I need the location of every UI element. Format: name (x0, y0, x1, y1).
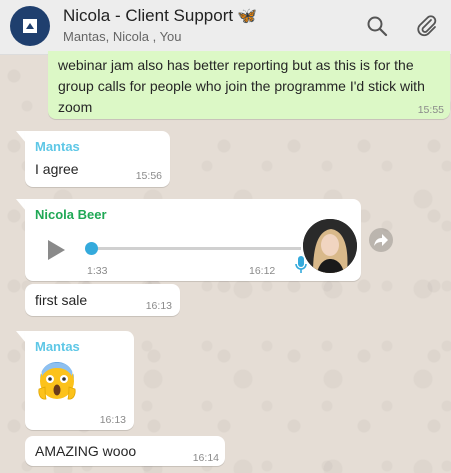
butterfly-icon: 🦋 (237, 8, 257, 25)
chat-header[interactable]: Nicola - Client Support 🦋 Mantas, Nicola … (0, 0, 451, 55)
message-time: 16:14 (192, 452, 219, 464)
paperclip-icon[interactable] (415, 14, 439, 38)
message-incoming[interactable]: first sale 16:13 (25, 284, 180, 316)
sender-avatar (303, 219, 357, 273)
sender-name[interactable]: Mantas (35, 139, 80, 154)
play-icon[interactable] (45, 239, 67, 261)
forward-button[interactable] (369, 228, 393, 252)
message-incoming[interactable]: Mantas 16:13 (25, 331, 134, 430)
message-text: webinar jam also has better reporting bu… (58, 55, 425, 118)
sender-name[interactable]: Mantas (35, 339, 80, 354)
message-time: 15:55 (417, 104, 444, 116)
message-text: AMAZING wooo (35, 443, 137, 459)
voice-duration: 1:33 (87, 265, 108, 277)
chat-title: Nicola - Client Support 🦋 (63, 6, 257, 26)
group-logo-icon (23, 19, 37, 33)
voice-message[interactable]: Nicola Beer 1:33 16:12 (25, 199, 361, 281)
forward-icon (374, 234, 388, 246)
message-time: 16:13 (145, 300, 172, 312)
chat-participants: Mantas, Nicola , You (63, 29, 182, 44)
chat-title-text: Nicola - Client Support (63, 6, 234, 25)
message-incoming[interactable]: Mantas I agree 15:56 (25, 131, 170, 187)
message-text: first sale (35, 292, 88, 308)
message-line: zoom (58, 99, 93, 115)
audio-progress-handle[interactable] (85, 242, 98, 255)
message-time: 16:12 (249, 265, 276, 277)
audio-progress-track[interactable] (91, 247, 301, 250)
message-line: webinar jam also has better reporting bu… (58, 57, 414, 73)
sender-name[interactable]: Nicola Beer (35, 207, 107, 222)
message-time: 16:13 (99, 414, 126, 426)
message-text: I agree (35, 161, 79, 177)
message-time: 15:56 (135, 170, 162, 182)
message-line: group calls for people who join the prog… (58, 78, 425, 94)
search-icon[interactable] (365, 14, 389, 38)
message-outgoing[interactable]: webinar jam also has better reporting bu… (48, 51, 450, 119)
face-screaming-in-fear-icon (38, 362, 76, 400)
profile-photo-icon (303, 219, 357, 273)
message-incoming[interactable]: AMAZING wooo 16:14 (25, 436, 225, 466)
group-avatar[interactable] (10, 6, 50, 46)
